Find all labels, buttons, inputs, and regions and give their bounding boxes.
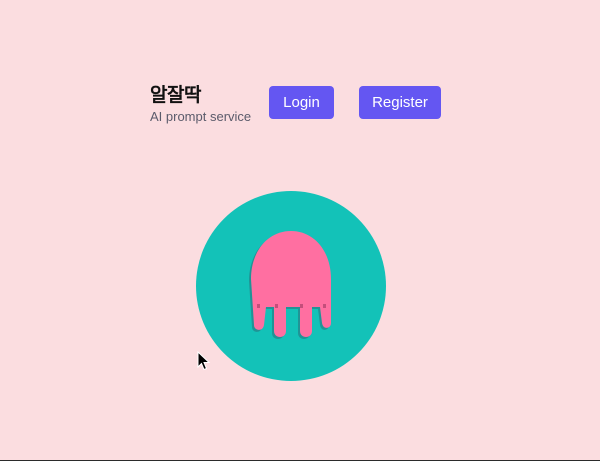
brand: 알잘딱 AI prompt service: [150, 84, 251, 125]
mouse-pointer-icon: [197, 350, 211, 371]
brand-title: 알잘딱: [150, 84, 201, 106]
register-button[interactable]: Register: [359, 86, 441, 119]
login-button[interactable]: Login: [269, 86, 334, 119]
brand-subtitle: AI prompt service: [150, 109, 252, 124]
jellyfish-icon: [196, 191, 386, 381]
